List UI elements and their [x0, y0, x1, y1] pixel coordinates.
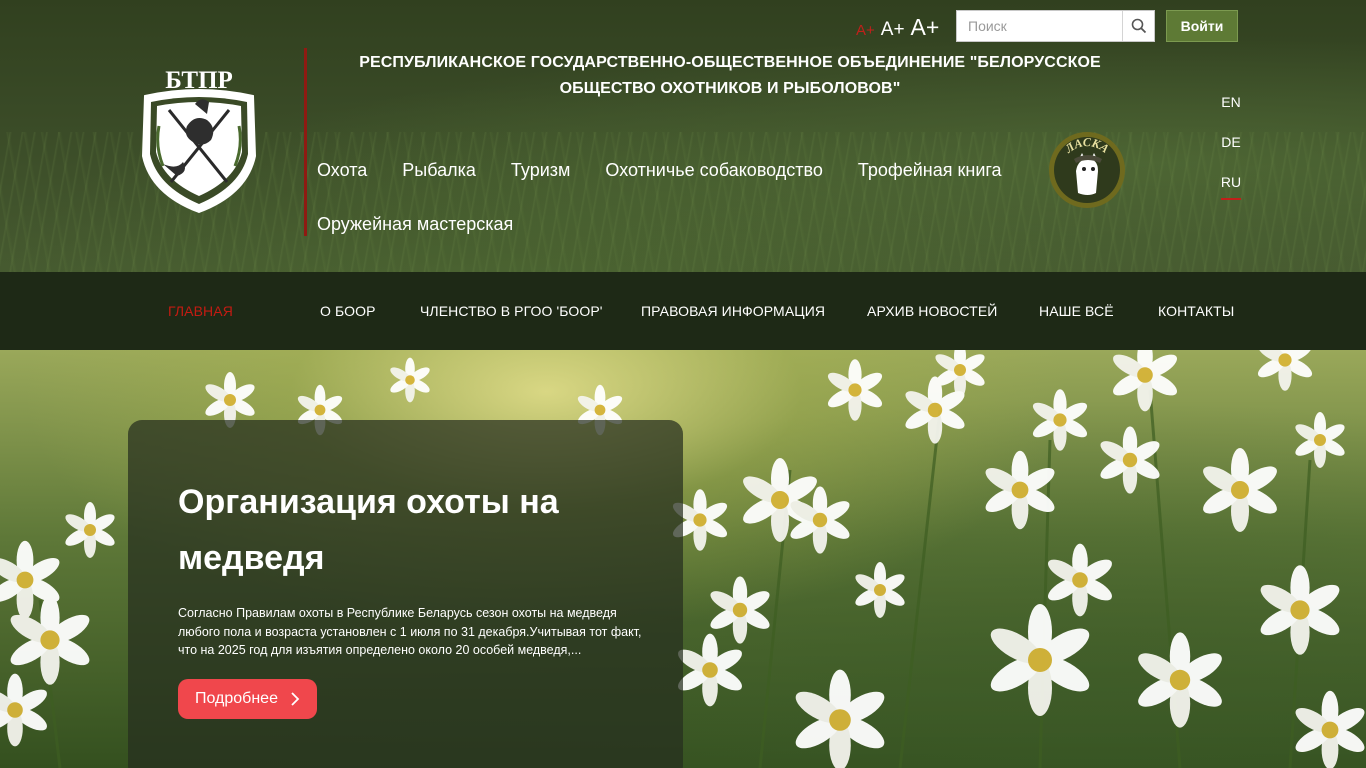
search-button[interactable]: [1122, 11, 1154, 41]
menu-item-gun-workshop[interactable]: Оружейная мастерская: [317, 206, 513, 242]
nav-item-home[interactable]: ГЛАВНАЯ: [168, 272, 233, 350]
search-icon: [1131, 18, 1146, 34]
read-more-label: Подробнее: [195, 690, 278, 707]
header-divider: [304, 48, 307, 236]
hero-title: Организация охоты на медведя: [178, 483, 559, 577]
language-ru[interactable]: RU: [1216, 172, 1246, 212]
font-size-small[interactable]: A+: [856, 22, 875, 39]
menu-item-fishing[interactable]: Рыбалка: [402, 152, 476, 188]
laska-badge[interactable]: ЛАСКА: [1048, 131, 1126, 209]
language-switcher: EN DE RU: [1216, 92, 1246, 212]
menu-item-dog-breeding[interactable]: Охотничье собаководство: [605, 152, 823, 188]
top-navigation: ГЛАВНАЯ О БООР ЧЛЕНСТВО В РГОО 'БООР' ПР…: [0, 272, 1366, 350]
hero-description: Согласно Правилам охоты в Республике Бел…: [178, 606, 642, 657]
nav-item-membership[interactable]: ЧЛЕНСТВО В РГОО 'БООР': [420, 272, 603, 350]
language-de[interactable]: DE: [1216, 132, 1246, 172]
btpr-emblem-icon: БТПР: [141, 67, 257, 214]
main-menu: Охота Рыбалка Туризм Охотничье собаковод…: [317, 152, 1057, 242]
nav-item-our-all[interactable]: НАШЕ ВСЁ: [1039, 272, 1114, 350]
language-en-label: EN: [1221, 94, 1241, 110]
laska-badge-icon: ЛАСКА: [1049, 132, 1125, 208]
font-size-medium[interactable]: A+: [881, 19, 905, 41]
font-size-large[interactable]: A+: [911, 14, 940, 41]
search-box: [956, 10, 1155, 42]
chevron-right-icon: [291, 692, 300, 706]
search-input[interactable]: [957, 11, 1123, 41]
language-en[interactable]: EN: [1216, 92, 1246, 132]
menu-item-hunting[interactable]: Охота: [317, 152, 367, 188]
login-button[interactable]: Войти: [1166, 10, 1238, 42]
menu-item-tourism[interactable]: Туризм: [511, 152, 570, 188]
hero-banner: Организация охоты на медведя Согласно Пр…: [0, 350, 1366, 768]
menu-item-trophy-book[interactable]: Трофейная книга: [858, 152, 1002, 188]
language-ru-label: RU: [1220, 174, 1242, 200]
read-more-button[interactable]: Подробнее: [178, 679, 317, 719]
font-size-controls: A+ A+ A+: [856, 14, 939, 44]
hero-card: Организация охоты на медведя Согласно Пр…: [128, 420, 683, 768]
language-de-label: DE: [1221, 134, 1241, 150]
site-header: БТПР РЕСПУБЛИКАНСКОЕ ГОСУДАРСТВЕННО-ОБЩЕ…: [0, 0, 1366, 272]
nav-item-contacts[interactable]: КОНТАКТЫ: [1158, 272, 1234, 350]
organization-title: РЕСПУБЛИКАНСКОЕ ГОСУДАРСТВЕННО-ОБЩЕСТВЕН…: [359, 54, 1101, 97]
nav-item-about[interactable]: О БООР: [320, 272, 376, 350]
site-logo[interactable]: БТПР: [137, 66, 261, 214]
nav-item-legal-info[interactable]: ПРАВОВАЯ ИНФОРМАЦИЯ: [641, 272, 825, 350]
nav-item-news-archive[interactable]: АРХИВ НОВОСТЕЙ: [867, 272, 997, 350]
